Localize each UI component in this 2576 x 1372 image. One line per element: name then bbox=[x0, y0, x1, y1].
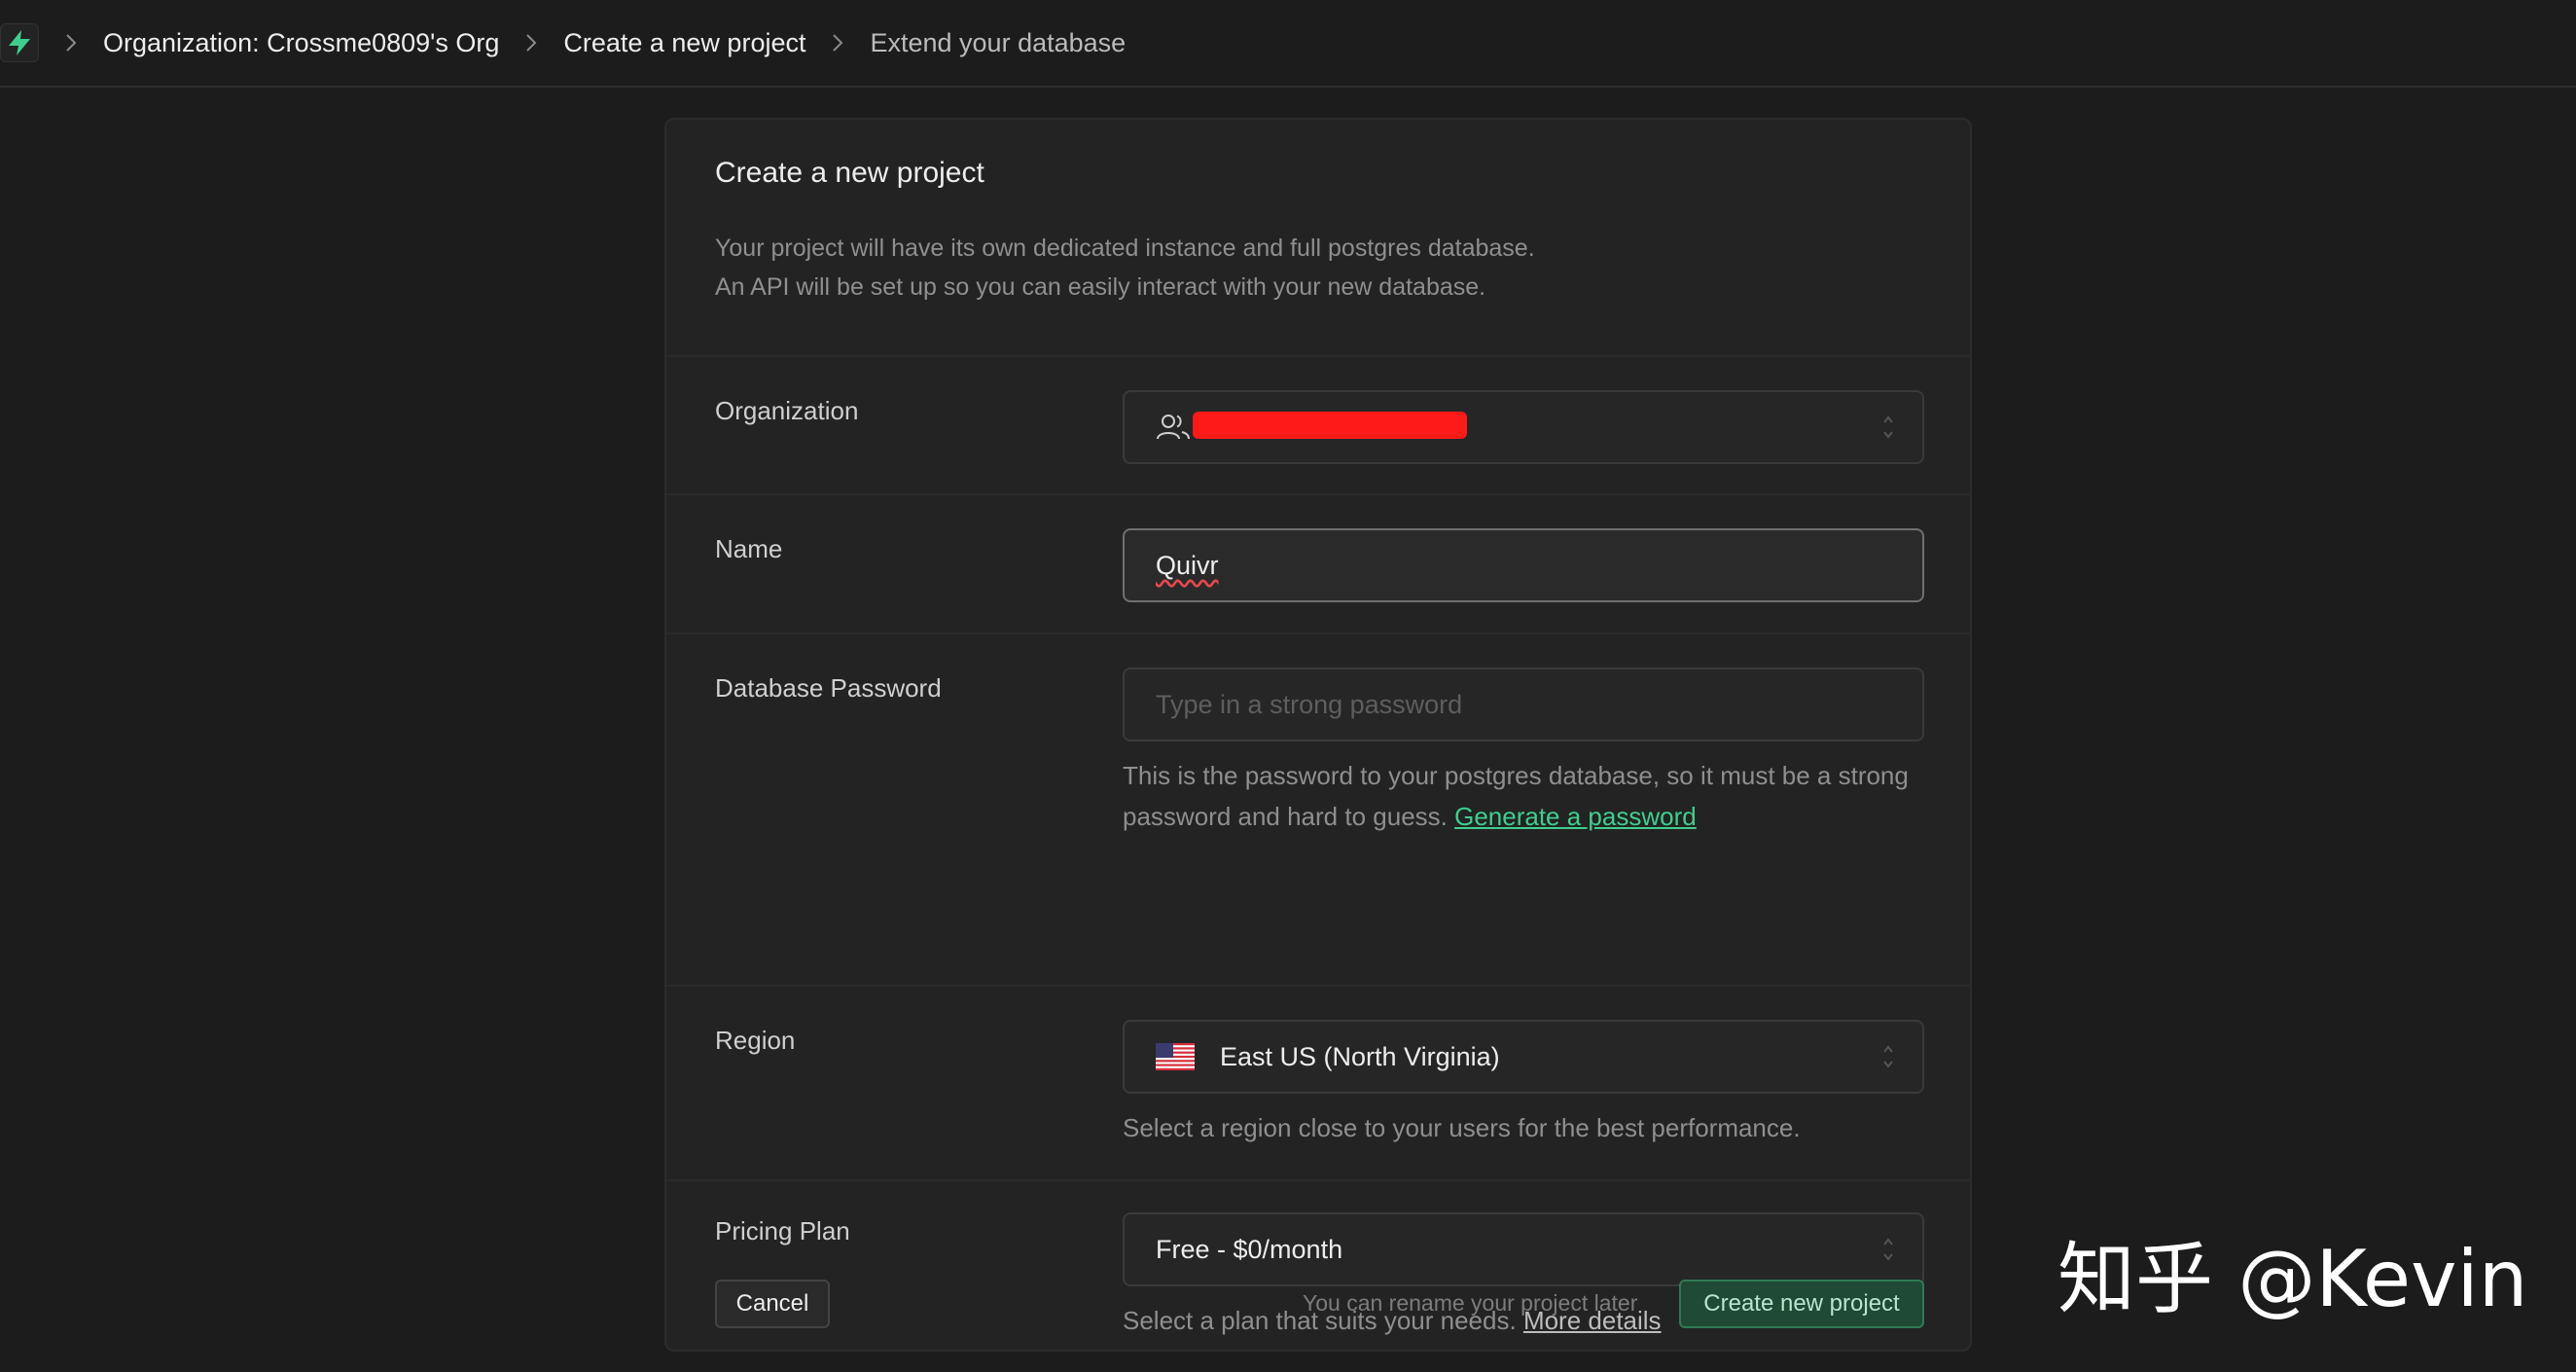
project-name-value: Quivr bbox=[1156, 550, 1219, 580]
description-line-1: Your project will have its own dedicated… bbox=[715, 235, 1535, 262]
pricing-value: Free - $0/month bbox=[1156, 1234, 1343, 1264]
password-placeholder: Type in a strong password bbox=[1156, 689, 1463, 719]
chevron-up-down-icon bbox=[1881, 1235, 1895, 1264]
create-new-project-button[interactable]: Create new project bbox=[1679, 1280, 1924, 1328]
password-label: Database Password bbox=[715, 673, 942, 703]
password-helper-text: This is the password to your postgres da… bbox=[1123, 755, 1930, 837]
name-label: Name bbox=[715, 534, 783, 563]
database-password-input[interactable]: Type in a strong password bbox=[1123, 668, 1924, 741]
region-helper-text: Select a region close to your users for … bbox=[1123, 1113, 1801, 1142]
zhihu-watermark: 知乎 @Kevin bbox=[2057, 1234, 2528, 1324]
pricing-label: Pricing Plan bbox=[715, 1216, 850, 1246]
us-flag-icon bbox=[1156, 1043, 1195, 1070]
region-value: East US (North Virginia) bbox=[1220, 1041, 1500, 1071]
breadcrumb-create-project[interactable]: Create a new project bbox=[563, 28, 805, 58]
cancel-button[interactable]: Cancel bbox=[715, 1280, 830, 1328]
name-row: Name Quivr bbox=[666, 495, 1970, 634]
project-name-input[interactable]: Quivr bbox=[1123, 528, 1924, 602]
breadcrumb-extend-database[interactable]: Extend your database bbox=[870, 28, 1126, 58]
chevron-right-icon bbox=[64, 32, 78, 54]
card-description: Your project will have its own dedicated… bbox=[715, 229, 1921, 307]
pricing-plan-select[interactable]: Free - $0/month bbox=[1123, 1212, 1924, 1286]
card-header: Create a new project Your project will h… bbox=[666, 120, 1970, 357]
card-title: Create a new project bbox=[715, 157, 984, 189]
region-row: Region East US (North Virginia) Select a… bbox=[666, 987, 1970, 1181]
top-navigation-bar: Organization: Crossme0809's Org Create a… bbox=[0, 0, 2576, 88]
create-project-card: Create a new project Your project will h… bbox=[664, 118, 1972, 1352]
redacted-organization-name bbox=[1193, 412, 1467, 439]
password-row: Database Password Type in a strong passw… bbox=[666, 634, 1970, 987]
users-icon bbox=[1156, 412, 1191, 443]
organization-row: Organization bbox=[666, 357, 1970, 495]
chevron-right-icon bbox=[524, 32, 538, 54]
description-line-2: An API will be set up so you can easily … bbox=[715, 273, 1486, 301]
supabase-logo-icon[interactable] bbox=[0, 23, 39, 62]
generate-password-link[interactable]: Generate a password bbox=[1454, 802, 1697, 831]
breadcrumb-organization[interactable]: Organization: Crossme0809's Org bbox=[103, 28, 499, 58]
region-select[interactable]: East US (North Virginia) bbox=[1123, 1020, 1924, 1094]
rename-note: You can rename your project later bbox=[1303, 1290, 1638, 1316]
organization-select[interactable] bbox=[1123, 390, 1924, 464]
chevron-right-icon bbox=[831, 32, 844, 54]
region-label: Region bbox=[715, 1026, 796, 1055]
chevron-up-down-icon bbox=[1881, 413, 1895, 442]
organization-label: Organization bbox=[715, 396, 859, 425]
chevron-up-down-icon bbox=[1881, 1042, 1895, 1071]
